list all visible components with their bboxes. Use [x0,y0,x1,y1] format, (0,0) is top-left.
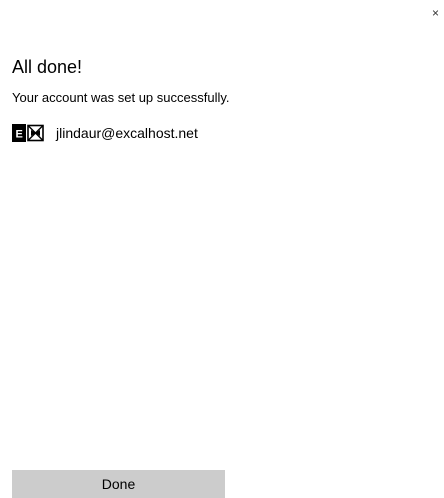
svg-text:E: E [16,129,23,141]
close-button[interactable]: × [432,6,444,20]
account-setup-dialog: × All done! Your account was set up succ… [0,0,444,498]
account-email: jlindaur@excalhost.net [56,125,198,141]
page-title: All done! [12,57,83,77]
account-item: E jlindaur@excalhost.net [12,124,198,142]
exchange-icon: E [12,124,45,142]
done-button[interactable]: Done [12,470,225,498]
done-button-label: Done [101,476,136,492]
status-message: Your account was set up successfully. [12,90,230,105]
